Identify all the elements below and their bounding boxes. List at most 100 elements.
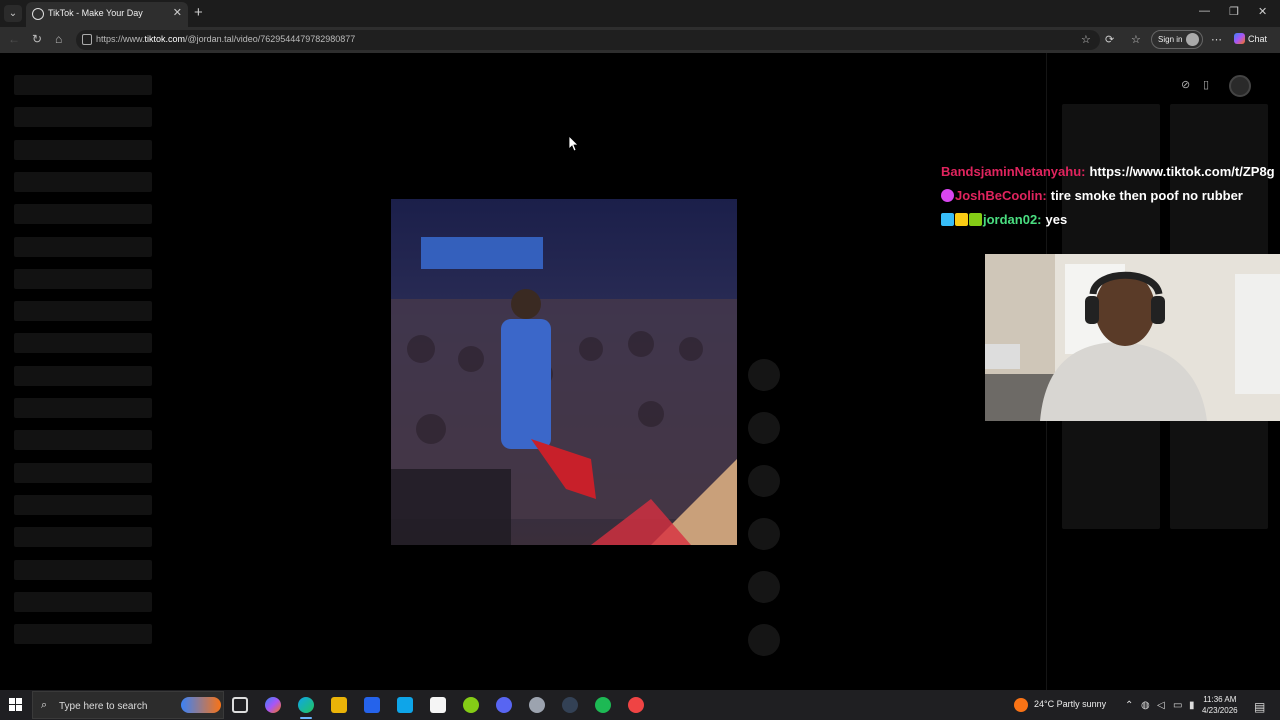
loading-skeleton-bar [14, 559, 152, 580]
loading-skeleton-bar [14, 333, 152, 354]
chat-message: BandsjaminNetanyahu: https://www.tiktok.c… [941, 164, 1275, 179]
clock-date: 4/23/2026 [1202, 706, 1238, 715]
task-view-icon[interactable] [232, 697, 248, 713]
loading-skeleton-bar [14, 236, 152, 257]
search-highlight-icon [181, 697, 221, 713]
url-text: https://www.tiktok.com/@jordan.tal/video… [96, 34, 356, 44]
copilot-chat-button[interactable]: Chat [1234, 33, 1267, 44]
volume-icon[interactable]: ◁ [1157, 700, 1165, 711]
loading-skeleton-bar [14, 301, 152, 322]
loading-skeleton-bar [14, 268, 152, 289]
device-icon[interactable]: ▯ [1203, 78, 1209, 91]
clock-time: 11:36 AM [1203, 695, 1237, 704]
favorites-icon[interactable]: ☆ [1131, 33, 1141, 46]
favorite-star-icon[interactable]: ☆ [1081, 33, 1091, 46]
taskbar-clock[interactable]: 11:36 AM 4/23/2026 [1202, 694, 1238, 716]
extensions-icon[interactable]: ⟳ [1105, 33, 1114, 46]
windows-start-icon[interactable] [9, 698, 23, 712]
loading-skeleton-bar [14, 527, 152, 548]
action-button-placeholder[interactable] [748, 359, 780, 391]
video-player[interactable] [391, 199, 737, 545]
loading-skeleton-bar [14, 591, 152, 612]
search-placeholder: Type here to search [59, 701, 148, 712]
close-window-icon[interactable]: ✕ [1258, 5, 1267, 18]
chat-message: jordan02: yes [941, 212, 1067, 227]
file-explorer-icon[interactable] [331, 697, 347, 713]
chat-text: yes [1045, 212, 1068, 227]
chat-text: https://www.tiktok.com/t/ZP8g [1089, 164, 1275, 179]
active-app-indicator [300, 717, 312, 719]
browser-toolbar: ← ↻ ⌂ https://www.tiktok.com/@jordan.tal… [0, 27, 1280, 53]
site-info-icon[interactable] [82, 34, 92, 45]
user-avatar[interactable] [1229, 75, 1251, 97]
app-icon[interactable] [562, 697, 578, 713]
chat-username: JoshBeCoolin: [955, 188, 1047, 203]
browser-tab-strip: ⌄ TikTok - Make Your Day ✕ + — ❐ ✕ [0, 0, 1280, 27]
loading-skeleton-bar [14, 107, 152, 128]
loading-skeleton-bar [14, 171, 152, 192]
chat-badge-icon [969, 213, 982, 226]
search-icon: ⌕ [41, 699, 48, 711]
weather-text[interactable]: 24°C Partly sunny [1034, 699, 1106, 709]
loading-skeleton-bar [14, 430, 152, 451]
tab-list-chevron-icon[interactable]: ⌄ [4, 5, 22, 22]
tray-chevron-icon[interactable]: ⌃ [1125, 700, 1133, 711]
webcam-overlay [985, 254, 1280, 421]
maximize-icon[interactable]: ❐ [1229, 5, 1239, 18]
tab-favicon-icon [32, 8, 44, 20]
store-icon[interactable] [364, 697, 380, 713]
spotify-icon[interactable] [595, 697, 611, 713]
chat-badge-icon [941, 189, 954, 202]
close-tab-icon[interactable]: ✕ [173, 6, 182, 19]
windows-taskbar: ⌕ Type here to search 24°C Partly sunny … [0, 690, 1280, 720]
tray-app-icon[interactable]: ◍ [1141, 700, 1150, 711]
network-icon[interactable]: ▭ [1173, 700, 1182, 711]
home-icon[interactable]: ⌂ [55, 32, 62, 46]
chat-message: JoshBeCoolin: tire smoke then poof no rub… [941, 188, 1243, 203]
tiktok-page: ⊘ ▯ BandsjaminNetanyahu: https://www.tikt… [0, 53, 1280, 690]
discord-icon[interactable] [496, 697, 512, 713]
more-menu-icon[interactable]: ⋯ [1211, 33, 1222, 46]
chat-text: tire smoke then poof no rubber [1050, 188, 1243, 203]
loading-skeleton-bar [14, 398, 152, 418]
taskbar-search-input[interactable]: ⌕ Type here to search [32, 691, 224, 719]
chat-badge-icon [941, 213, 954, 226]
tab-title: TikTok - Make Your Day [48, 8, 143, 18]
minimize-icon[interactable]: — [1199, 5, 1210, 17]
back-icon[interactable]: ← [8, 32, 20, 46]
action-button-placeholder[interactable] [748, 412, 780, 444]
copilot-icon[interactable] [265, 697, 281, 713]
action-button-placeholder[interactable] [748, 465, 780, 497]
loading-skeleton-bar [14, 462, 152, 483]
mail-icon[interactable] [397, 697, 413, 713]
action-button-placeholder[interactable] [748, 624, 780, 656]
chat-badge-icon [955, 213, 968, 226]
loading-skeleton-bar [14, 75, 152, 95]
notepad-icon[interactable] [430, 697, 446, 713]
chat-username: BandsjaminNetanyahu: [941, 164, 1086, 179]
chat-username: jordan02: [983, 212, 1042, 227]
loading-skeleton-bar [14, 494, 152, 515]
new-tab-icon[interactable]: + [194, 4, 203, 21]
mouse-cursor-icon [569, 136, 579, 152]
app-icon[interactable] [463, 697, 479, 713]
loading-skeleton-bar [14, 139, 152, 160]
loading-skeleton-bar [14, 204, 152, 225]
app-icon[interactable] [529, 697, 545, 713]
copilot-icon [1234, 33, 1245, 44]
loading-skeleton-bar [14, 624, 152, 645]
action-button-placeholder[interactable] [748, 571, 780, 603]
edge-browser-icon[interactable] [298, 697, 314, 713]
microphone-icon[interactable]: ▮ [1189, 700, 1195, 711]
browser-tab[interactable]: TikTok - Make Your Day ✕ [26, 2, 188, 27]
profile-avatar-icon [1186, 33, 1199, 46]
action-button-placeholder[interactable] [748, 518, 780, 550]
explore-icon[interactable]: ⊘ [1181, 78, 1190, 91]
address-bar[interactable]: https://www.tiktok.com/@jordan.tal/video… [76, 30, 1100, 50]
sign-in-button[interactable]: Sign in [1151, 30, 1203, 49]
weather-icon [1014, 698, 1028, 712]
obs-icon[interactable] [628, 697, 644, 713]
refresh-icon[interactable]: ↻ [32, 32, 42, 46]
loading-skeleton-bar [14, 365, 152, 386]
notifications-icon[interactable]: ▤ [1254, 700, 1265, 714]
